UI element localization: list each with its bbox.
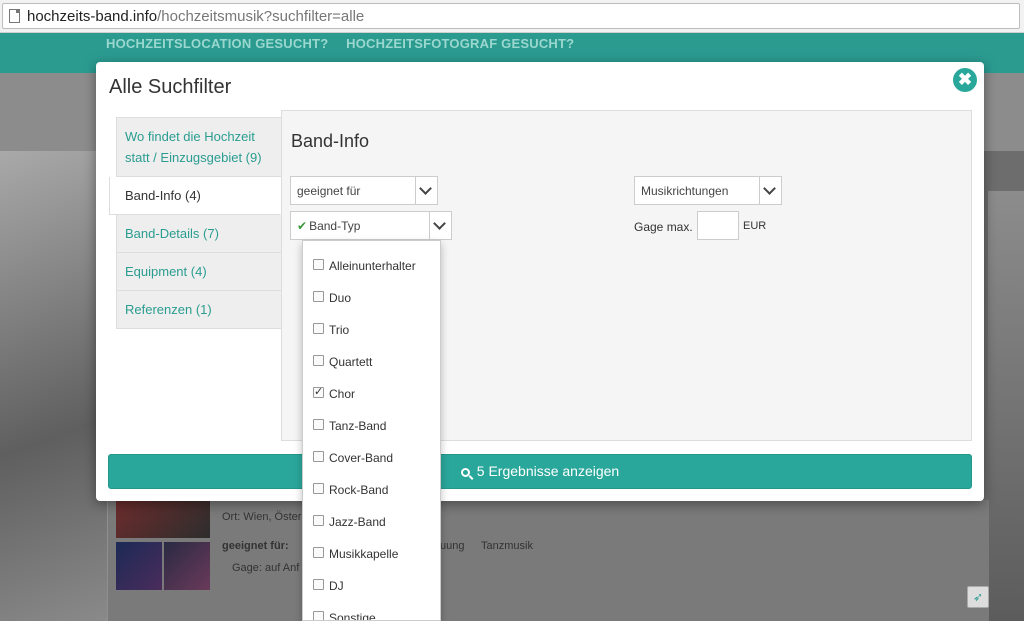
result-thumbnail[interactable] xyxy=(164,542,210,590)
checkbox[interactable] xyxy=(313,451,324,462)
filter-tabs: Wo findet die Hochzeit statt / Einzugsge… xyxy=(109,117,282,329)
result-suitable-label: geeignet für: xyxy=(222,540,289,552)
close-icon[interactable]: ✖ xyxy=(953,68,977,92)
band-type-option[interactable]: Duo xyxy=(303,283,440,315)
band-type-dropdown: Alleinunterhalter Duo Trio Quartett ✓ Chor Tan… xyxy=(302,240,441,621)
band-type-option[interactable]: Rock-Band xyxy=(303,475,440,507)
background-photo-right xyxy=(988,191,1024,621)
option-label: Cover-Band xyxy=(329,451,394,465)
result-thumbnail[interactable] xyxy=(116,542,162,590)
checkbox[interactable] xyxy=(313,323,324,334)
band-type-option[interactable]: ✓ Chor xyxy=(303,379,440,411)
band-type-option[interactable]: DJ xyxy=(303,571,440,603)
checkbox[interactable] xyxy=(313,291,324,302)
tab-equipment[interactable]: Equipment (4) xyxy=(116,253,282,291)
option-label: Duo xyxy=(329,291,352,305)
search-icon xyxy=(460,468,470,477)
checkbox[interactable] xyxy=(313,579,324,590)
modal-title: Alle Suchfilter xyxy=(109,76,232,98)
gage-label: Gage max. xyxy=(634,220,693,234)
tab-band-info[interactable]: Band-Info (4) xyxy=(109,177,281,215)
band-type-option[interactable]: Alleinunterhalter xyxy=(303,251,440,283)
option-label: Alleinunterhalter xyxy=(329,259,416,273)
checkbox[interactable] xyxy=(313,355,324,366)
result-tag-tanzmusik: Tanzmusik xyxy=(481,540,533,552)
show-results-button[interactable]: 5 Ergebnisse anzeigen xyxy=(108,454,972,489)
checkbox[interactable] xyxy=(313,547,324,558)
tab-band-details[interactable]: Band-Details (7) xyxy=(116,215,282,253)
select-label: Musikrichtungen xyxy=(641,184,729,198)
band-type-option[interactable]: Musikkapelle xyxy=(303,539,440,571)
checkbox[interactable]: ✓ xyxy=(313,387,324,398)
browser-toolbar: hochzeits-band.info/hochzeitsmusik?suchf… xyxy=(0,0,1024,33)
chevron-down-icon xyxy=(415,177,437,204)
site-nav: HOCHZEITSLOCATION GESUCHT? HOCHZEITSFOTO… xyxy=(106,36,588,51)
result-thumbnail[interactable] xyxy=(116,500,210,538)
panel-title: Band-Info xyxy=(291,131,370,151)
gage-unit: EUR xyxy=(743,220,767,232)
band-type-option[interactable]: Sonstige xyxy=(303,603,440,621)
option-label: Rock-Band xyxy=(329,483,389,497)
page-icon xyxy=(9,9,20,23)
checkbox[interactable] xyxy=(313,483,324,494)
nav-location-link[interactable]: HOCHZEITSLOCATION GESUCHT? xyxy=(106,36,328,51)
result-location: Ort: Wien, Öster xyxy=(222,511,302,523)
select-label: Band-Typ xyxy=(309,219,361,233)
option-label: Jazz-Band xyxy=(329,515,386,529)
suitable-for-select[interactable]: geeignet für xyxy=(290,176,438,205)
option-label: Sonstige xyxy=(329,611,376,621)
option-label: Musikkapelle xyxy=(329,547,399,561)
check-icon: ✔ xyxy=(297,219,308,233)
option-label: Chor xyxy=(329,387,356,401)
checkbox[interactable] xyxy=(313,515,324,526)
band-type-option[interactable]: Jazz-Band xyxy=(303,507,440,539)
chevron-down-icon xyxy=(759,177,781,204)
nav-photographer-link[interactable]: HOCHZEITSFOTOGRAF GESUCHT? xyxy=(346,36,574,51)
background-photo-left xyxy=(0,151,110,621)
music-genre-select[interactable]: Musikrichtungen xyxy=(634,176,782,205)
result-gage: Gage: auf Anf xyxy=(232,562,300,574)
checkbox[interactable] xyxy=(313,611,324,620)
band-type-option[interactable]: Quartett xyxy=(303,347,440,379)
filter-modal: Alle Suchfilter ✖ Wo findet die Hochzeit… xyxy=(96,62,984,501)
tab-references[interactable]: Referenzen (1) xyxy=(116,291,282,329)
chevron-down-icon xyxy=(429,212,451,239)
gage-max-input[interactable] xyxy=(697,211,739,240)
option-label: Tanz-Band xyxy=(329,419,387,433)
url-text: hochzeits-band.info/hochzeitsmusik?suchf… xyxy=(27,8,365,25)
option-label: DJ xyxy=(329,579,344,593)
address-bar[interactable]: hochzeits-band.info/hochzeitsmusik?suchf… xyxy=(2,3,1020,29)
option-label: Trio xyxy=(329,323,350,337)
option-label: Quartett xyxy=(329,355,373,369)
checkbox[interactable] xyxy=(313,259,324,270)
rocket-icon[interactable]: ➶ xyxy=(967,586,989,608)
band-type-option[interactable]: Tanz-Band xyxy=(303,411,440,443)
band-type-select[interactable]: ✔ Band-Typ xyxy=(290,211,452,240)
checkbox[interactable] xyxy=(313,419,324,430)
result-tag: uung xyxy=(440,540,465,552)
select-label: geeignet für xyxy=(297,184,361,198)
tab-location[interactable]: Wo findet die Hochzeit statt / Einzugsge… xyxy=(116,117,282,177)
band-type-option[interactable]: Trio xyxy=(303,315,440,347)
band-type-option[interactable]: Cover-Band xyxy=(303,443,440,475)
